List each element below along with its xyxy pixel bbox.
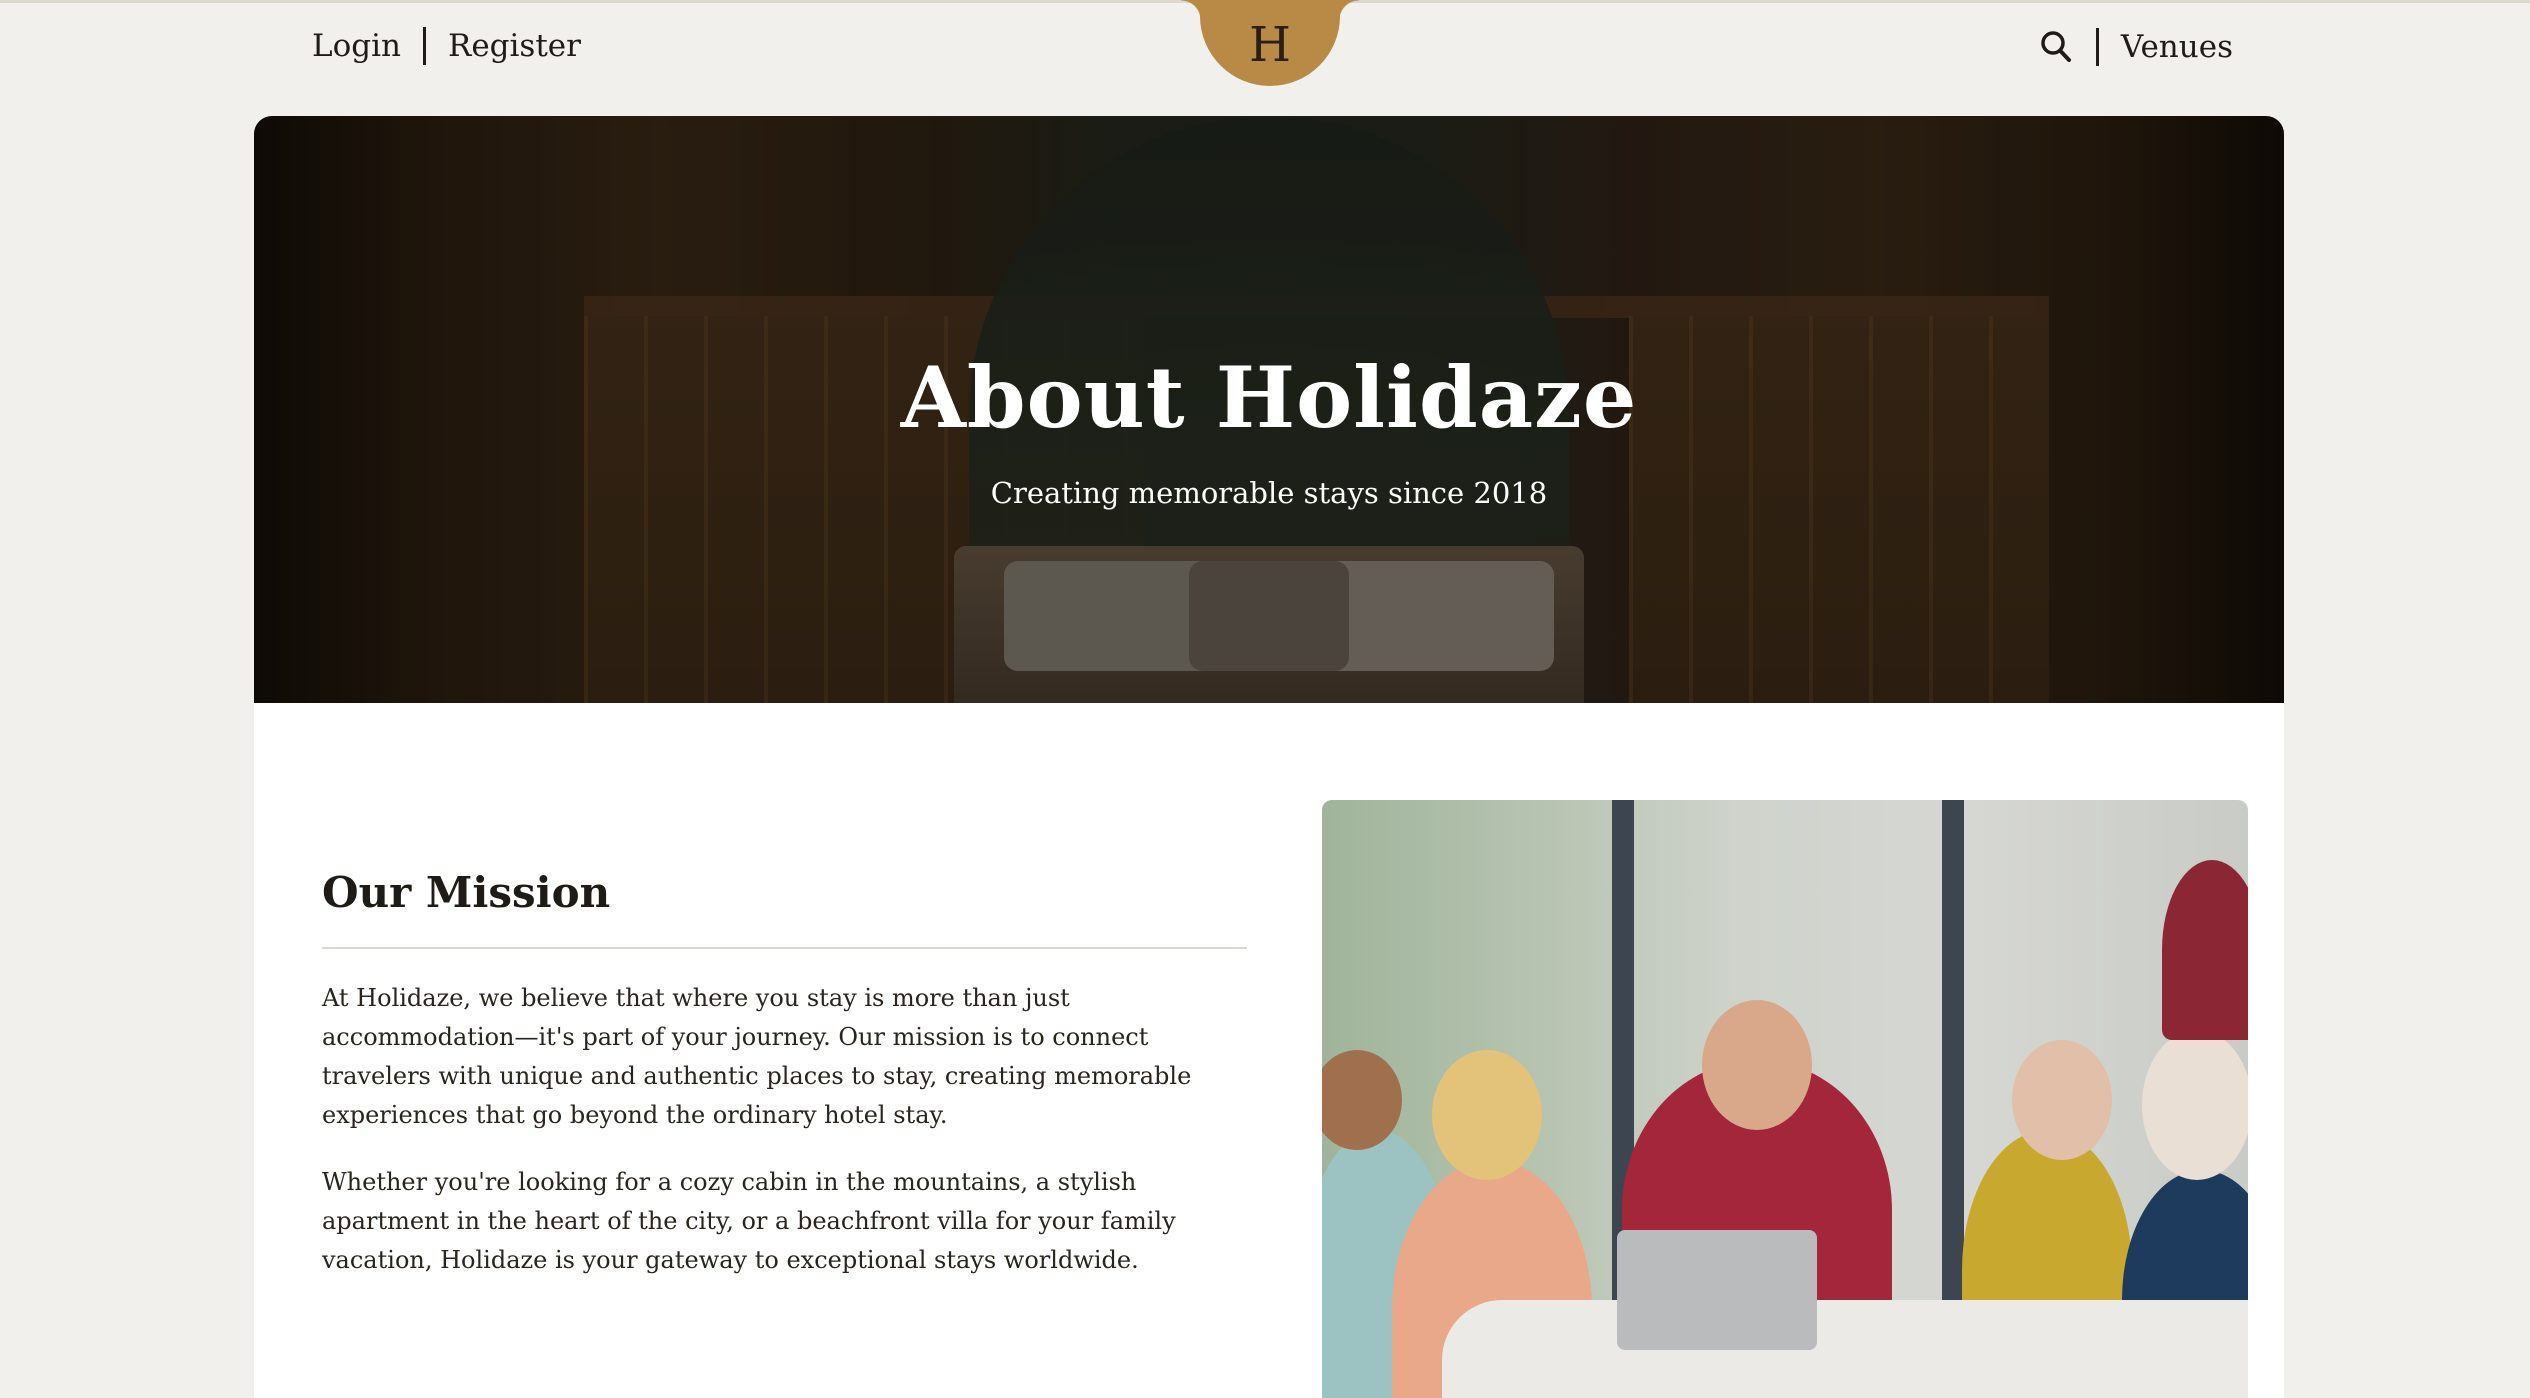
- photo-person: [2162, 860, 2248, 1040]
- venues-link[interactable]: Venues: [2121, 29, 2233, 65]
- nav-divider: [422, 27, 426, 65]
- search-icon: [2041, 31, 2071, 62]
- photo-person-head: [1432, 1050, 1542, 1180]
- mission-paragraph: At Holidaze, we believe that where you s…: [322, 984, 1192, 1129]
- hero-banner: About Holidaze Creating memorable stays …: [254, 116, 2284, 703]
- auth-links: Login Register: [312, 27, 581, 65]
- about-card: About Holidaze Creating memorable stays …: [254, 116, 2284, 1398]
- login-link[interactable]: Login: [312, 28, 401, 64]
- photo-laptop: [1617, 1230, 1817, 1350]
- mission-section: Our Mission At Holidaze, we believe that…: [322, 868, 1247, 1280]
- mission-heading: Our Mission: [322, 868, 611, 917]
- photo-person-head: [2142, 1030, 2248, 1180]
- mission-divider: [322, 947, 1247, 949]
- mission-paragraph: Whether you're looking for a cozy cabin …: [322, 1168, 1176, 1274]
- register-link[interactable]: Register: [448, 28, 581, 64]
- page-title: About Holidaze: [900, 348, 1638, 447]
- site-header: Login Register H Venues: [0, 0, 2530, 110]
- main-nav: Venues: [2038, 27, 2233, 67]
- team-celebration-photo: [1322, 800, 2248, 1398]
- photo-person-head: [2012, 1040, 2112, 1160]
- photo-table: [1442, 1300, 2248, 1398]
- logo-letter: H: [1249, 17, 1291, 73]
- nav-divider: [2095, 28, 2099, 66]
- page-subtitle: Creating memorable stays since 2018: [990, 476, 1548, 510]
- photo-person-head: [1702, 1000, 1812, 1130]
- search-button[interactable]: [2038, 27, 2074, 67]
- holidaze-logo[interactable]: H: [1181, 0, 1359, 86]
